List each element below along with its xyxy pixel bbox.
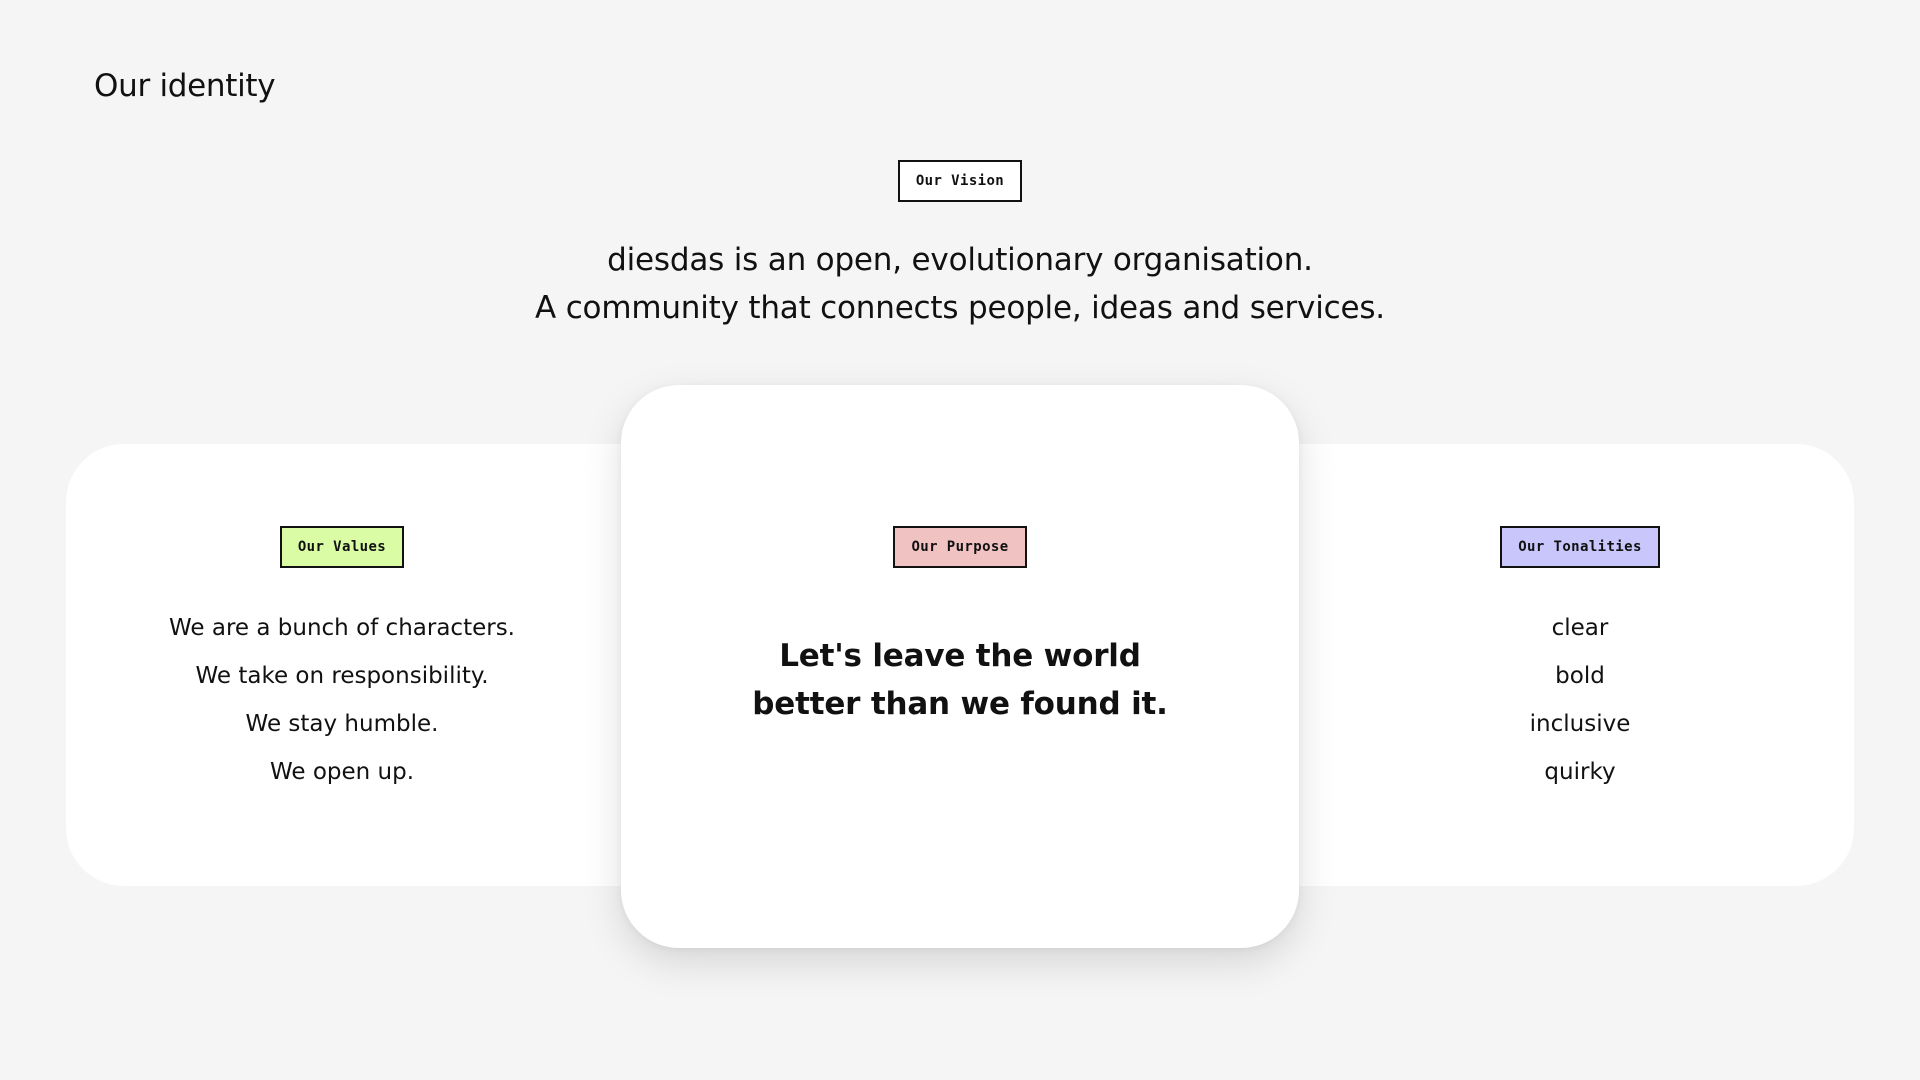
vision-tag-container: Our Vision	[0, 160, 1920, 202]
purpose-tag-container: Our Purpose	[621, 526, 1299, 568]
tonalities-list-item: bold	[1555, 663, 1605, 689]
identity-page: Our identity Our Vision diesdas is an op…	[0, 0, 1920, 1080]
purpose-tag: Our Purpose	[893, 526, 1027, 568]
tonalities-list-item: quirky	[1544, 759, 1616, 785]
tonalities-tag-container: Our Tonalities	[1304, 526, 1856, 568]
purpose-statement: Let's leave the world better than we fou…	[621, 632, 1299, 728]
tonalities-tag: Our Tonalities	[1500, 526, 1660, 568]
page-title: Our identity	[94, 68, 276, 104]
purpose-line: better than we found it.	[752, 686, 1168, 722]
vision-line: A community that connects people, ideas …	[535, 290, 1385, 326]
values-list-item: We stay humble.	[245, 711, 439, 737]
vision-line: diesdas is an open, evolutionary organis…	[607, 242, 1313, 278]
vision-tag: Our Vision	[897, 160, 1023, 202]
values-card: Our Values We are a bunch of characters.…	[66, 444, 706, 886]
values-list-item: We are a bunch of characters.	[169, 615, 515, 641]
purpose-line: Let's leave the world	[779, 638, 1141, 674]
values-tag-container: Our Values	[66, 526, 618, 568]
tonalities-list-item: clear	[1551, 615, 1609, 641]
values-list: We are a bunch of characters. We take on…	[66, 604, 618, 796]
vision-statement: diesdas is an open, evolutionary organis…	[0, 236, 1920, 332]
values-tag: Our Values	[279, 526, 405, 568]
values-list-item: We open up.	[269, 759, 415, 785]
purpose-card: Our Purpose Let's leave the world better…	[621, 385, 1299, 948]
tonalities-list-item: inclusive	[1529, 711, 1631, 737]
tonalities-card: Our Tonalities clear bold inclusive quir…	[1214, 444, 1854, 886]
values-list-item: We take on responsibility.	[195, 663, 489, 689]
tonalities-list: clear bold inclusive quirky	[1304, 604, 1856, 796]
